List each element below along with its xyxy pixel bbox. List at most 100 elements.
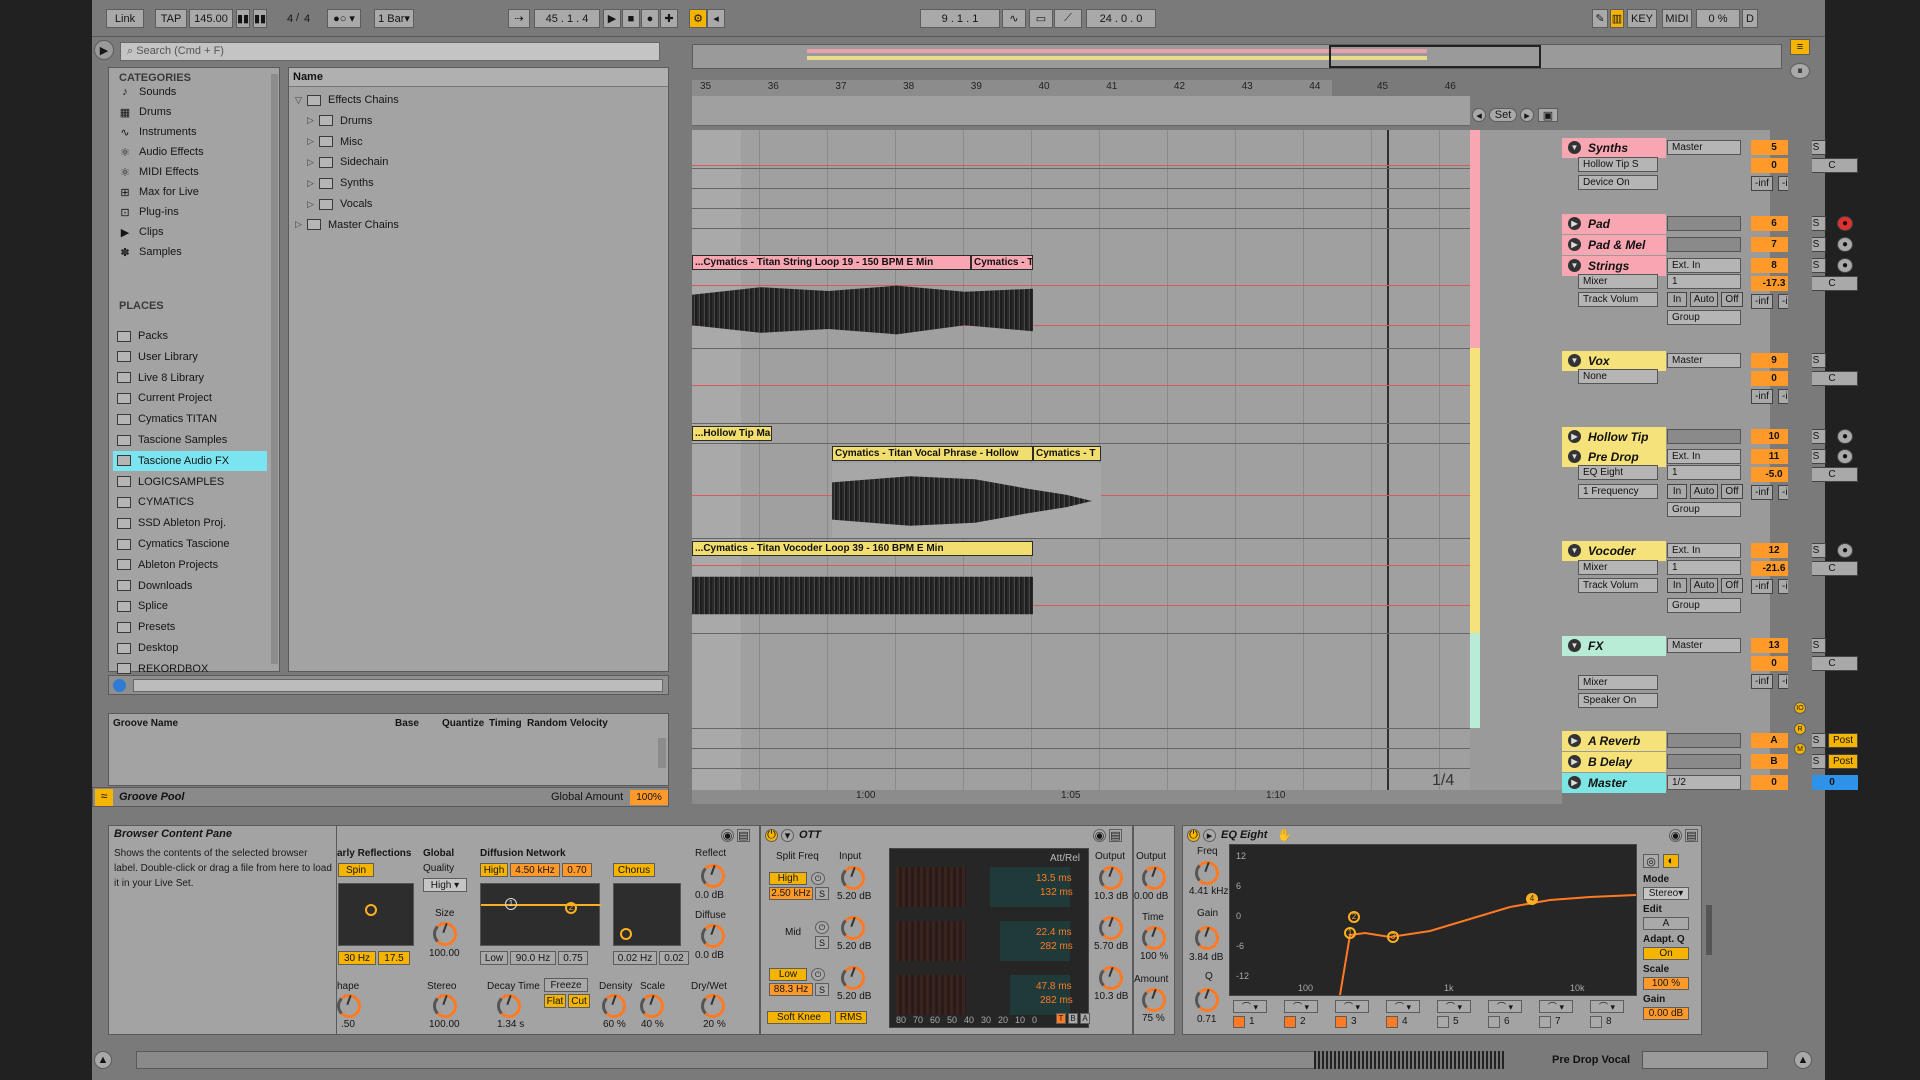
quality-dropdown[interactable]: High ▾ [423,878,467,892]
ott-power-button[interactable]: ⏻ [765,829,778,842]
none-dropdown[interactable]: None [1578,369,1658,384]
fold-icon[interactable]: ▶ [1568,776,1581,789]
place-desktop[interactable]: Desktop [113,638,267,658]
high-filter-button[interactable]: High [480,863,508,877]
groove-col-base[interactable]: Base [395,718,419,729]
clip-vocoder-loop[interactable]: ...Cymatics - Titan Vocoder Loop 39 - 16… [692,541,1033,556]
audio-to-dropdown[interactable]: Master [1667,353,1741,368]
scroll-button[interactable]: ⏸ [1790,63,1810,79]
cue-out-dropdown[interactable]: 1/2 [1667,775,1741,790]
locator-strip[interactable] [692,96,1470,126]
eq-band-toggle[interactable] [1590,1016,1602,1028]
place-splice[interactable]: Splice [113,596,267,616]
return-toggle[interactable]: R [1794,723,1806,735]
fold-icon[interactable]: ▶ [1568,238,1581,251]
eq-band-filter-type[interactable]: ⌒ ▾ [1590,1000,1624,1013]
ott-high-solo[interactable]: S [815,887,829,900]
mixer-dropdown[interactable]: Mixer [1578,675,1658,690]
disclosure-closed-icon[interactable]: ▷ [307,199,319,210]
track-header-b-delay[interactable]: ▶ B Delay [1562,752,1666,772]
ott-low-solo[interactable]: S [815,983,829,996]
arm-button[interactable]: ● [1837,258,1853,273]
key-map-button[interactable]: KEY [1627,9,1657,28]
io-toggle[interactable]: IO [1794,702,1806,714]
loop-start-field[interactable]: 9 . 1 . 1 [920,9,1000,28]
arm-button[interactable]: ● [1837,543,1853,558]
sidebar-scrollbar[interactable] [271,74,278,664]
tempo-field[interactable]: 145.00 [189,9,233,28]
tree-item-synths[interactable]: ▷ Synths [307,173,374,193]
xy-handle[interactable] [365,904,377,916]
spin-button[interactable]: Spin [338,863,374,877]
arm-button[interactable]: ● [1837,216,1853,231]
eq-band-filter-type[interactable]: ⌒ ▾ [1386,1000,1420,1013]
input-channel-dropdown[interactable]: 1 [1667,465,1741,480]
track-header-pad[interactable]: ▶ Pad [1562,214,1666,234]
fold-icon[interactable]: ▶ [1568,755,1581,768]
detail-toggle-icon[interactable]: ▲ [1794,1051,1812,1069]
monitor-off-button[interactable]: Off [1721,292,1743,307]
eq-hotswap-icon[interactable]: ◉ [1669,829,1682,842]
track-pan[interactable]: C [1806,276,1858,291]
audio-to-dropdown[interactable]: Master [1667,638,1741,653]
reverb-save-icon[interactable]: ▤ [737,829,750,842]
spin-amount-field[interactable]: 17.5 [378,951,410,965]
groove-icon[interactable]: ≈ [95,789,113,806]
arrangement-overview[interactable] [692,44,1782,69]
eq-band-filter-type[interactable]: ⌒ ▾ [1233,1000,1267,1013]
eq-band-filter-type[interactable]: ⌒ ▾ [1437,1000,1471,1013]
early-reflections-xy[interactable] [338,883,414,946]
eq-band-filter-type[interactable]: ⌒ ▾ [1488,1000,1522,1013]
reflect-knob[interactable] [701,864,725,888]
monitor-auto-button[interactable]: Auto [1690,484,1718,499]
quantize-dropdown[interactable]: 1 Bar ▾ [374,9,414,28]
fold-icon[interactable]: ▼ [1568,450,1581,463]
master-pan[interactable]: 0 [1806,775,1858,790]
tree-item-vocals[interactable]: ▷ Vocals [307,194,372,214]
preview-icon[interactable] [113,679,126,692]
track-header-pad-mel[interactable]: ▶ Pad & Mel [1562,235,1666,255]
fold-icon[interactable]: ▼ [1568,544,1581,557]
eq-band-1-handle[interactable]: 1 [1344,927,1356,939]
category-samples[interactable]: ✽ Samples [117,242,181,262]
arm-button[interactable]: ● [1837,429,1853,444]
play-button[interactable]: ▶ [603,9,621,28]
shape-knob[interactable] [337,994,361,1018]
tree-item-drums[interactable]: ▷ Drums [307,111,372,131]
category-audio-effects[interactable]: ⚛ Audio Effects [117,142,204,162]
track-volume-dropdown[interactable]: Track Volum [1578,578,1658,593]
eq-band-toggle[interactable] [1539,1016,1551,1028]
mini-overview[interactable] [1642,1051,1768,1069]
eq-save-icon[interactable]: ▤ [1685,829,1698,842]
eq-power-button[interactable]: ⏻ [1187,829,1200,842]
audio-from-dropdown[interactable]: Ext. In [1667,258,1741,273]
group-dropdown[interactable]: Group [1667,598,1741,613]
disclosure-closed-icon[interactable]: ▷ [295,219,307,230]
track-header-a-reverb[interactable]: ▶ A Reverb [1562,731,1666,751]
fold-icon[interactable]: ▼ [1568,639,1581,652]
record-button[interactable]: ● [641,9,659,28]
punch-out-button[interactable]: ⟋ [1054,9,1082,28]
category-sounds[interactable]: ♪ Sounds [117,82,176,102]
device-on-dropdown[interactable]: Device On [1578,175,1658,190]
prev-locator-button[interactable]: ◂ [1472,108,1486,122]
ott-t-button[interactable]: T [1056,1013,1066,1024]
name-column-header[interactable]: Name [289,68,668,87]
loop-switch[interactable]: ∿ [1002,9,1026,28]
density-knob[interactable] [602,994,626,1018]
track-header-hollow-tip[interactable]: ▶ Hollow Tip [1562,427,1666,447]
eq-band-4-handle[interactable]: 4 [1526,893,1538,905]
place-presets[interactable]: Presets [113,617,267,637]
input-mid-knob[interactable] [841,916,865,940]
place-tascione-audio-fx[interactable]: Tascione Audio FX [113,450,267,471]
device-scroll-strip[interactable] [1706,905,1712,955]
one-frequency-dropdown[interactable]: 1 Frequency [1578,484,1658,499]
disclosure-closed-icon[interactable]: ▷ [307,178,319,189]
track-header-vocoder[interactable]: ▼ Vocoder [1562,541,1666,561]
monitor-in-button[interactable]: In [1667,292,1687,307]
eq-graph[interactable]: 12 6 0 -6 -12 100 1k 10k 2 1 3 4 [1229,844,1637,996]
track-pan[interactable]: C [1806,561,1858,576]
soft-knee-button[interactable]: Soft Knee [767,1011,831,1024]
track-header-fx[interactable]: ▼ FX [1562,636,1666,656]
track-header-master[interactable]: ▶ Master [1562,773,1666,793]
